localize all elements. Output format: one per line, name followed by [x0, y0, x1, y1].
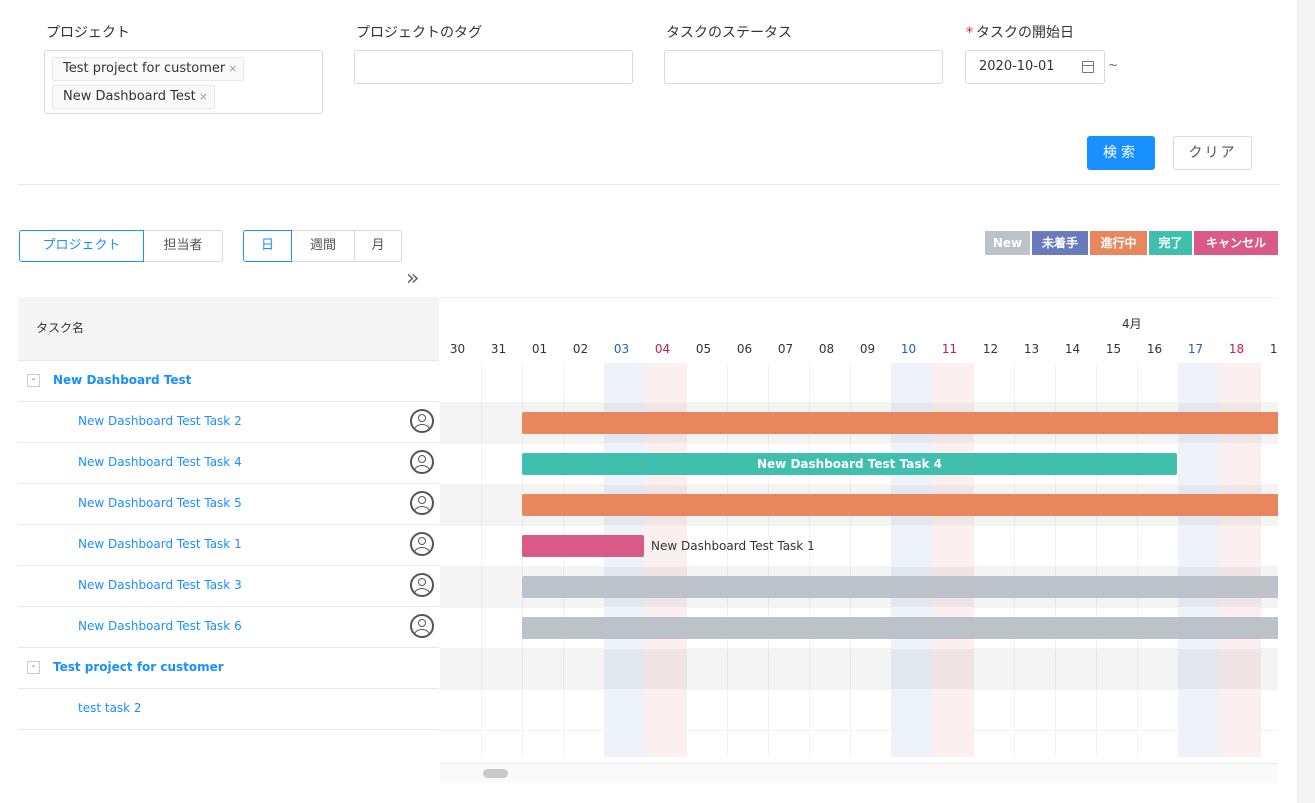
day-label: 19 — [1269, 342, 1278, 356]
task-bar[interactable] — [522, 412, 1278, 434]
tab-scale-day[interactable]: 日 — [243, 230, 292, 262]
day-label: 09 — [859, 342, 876, 356]
clear-button[interactable]: クリア — [1173, 136, 1252, 170]
legend-done: 完了 — [1149, 231, 1192, 255]
day-label: 30 — [449, 342, 466, 356]
user-icon[interactable] — [410, 450, 434, 474]
tag-filter-label: プロジェクトのタグ — [356, 25, 482, 41]
status-filter-label: タスクのステータス — [666, 25, 792, 41]
day-label: 07 — [777, 342, 794, 356]
task-row[interactable]: New Dashboard Test Task 4 — [18, 443, 439, 484]
day-label: 14 — [1064, 342, 1081, 356]
project-filter-label: プロジェクト — [46, 25, 130, 41]
group-by-toggle: プロジェクト 担当者 — [19, 230, 223, 262]
project-name: Test project for customer — [53, 660, 224, 674]
vertical-scrollbar[interactable] — [1297, 0, 1315, 803]
task-name-link[interactable]: test task 2 — [78, 701, 142, 715]
scrollbar-thumb[interactable] — [483, 769, 508, 778]
expand-icon[interactable]: » — [406, 266, 420, 291]
day-label: 13 — [1023, 342, 1040, 356]
required-mark: * — [966, 25, 973, 41]
task-row[interactable]: New Dashboard Test Task 3 — [18, 566, 439, 607]
gantt-chart: 4月 30 31 01 02 03 04 05 06 07 08 09 10 11 12 13 14 15 16 1… — [440, 297, 1278, 757]
project-name: New Dashboard Test — [53, 373, 192, 387]
task-row[interactable]: New Dashboard Test Task 2 — [18, 402, 439, 443]
task-bar[interactable] — [522, 576, 1278, 598]
task-name-link[interactable]: New Dashboard Test Task 5 — [78, 496, 242, 510]
scale-toggle: 日 週間 月 — [243, 230, 402, 262]
project-tag-label: New Dashboard Test — [63, 89, 196, 104]
task-name-column-header: タスク名 — [36, 321, 85, 335]
task-row[interactable]: New Dashboard Test Task 1 — [18, 525, 439, 566]
divider — [18, 184, 1280, 185]
task-bar[interactable] — [522, 535, 644, 557]
task-row[interactable]: test task 2 — [18, 689, 439, 730]
tag-filter-input[interactable] — [354, 50, 633, 84]
day-label: 16 — [1146, 342, 1163, 356]
legend-cancelled: キャンセル — [1194, 231, 1278, 255]
close-icon[interactable]: × — [228, 62, 237, 75]
user-icon[interactable] — [410, 532, 434, 556]
project-row[interactable]: - New Dashboard Test — [18, 361, 439, 402]
day-label: 10 — [900, 342, 917, 356]
day-label: 08 — [818, 342, 835, 356]
task-name-link[interactable]: New Dashboard Test Task 4 — [78, 455, 242, 469]
tab-group-assignee[interactable]: 担当者 — [143, 230, 223, 262]
task-name-link[interactable]: New Dashboard Test Task 3 — [78, 578, 242, 592]
task-bar[interactable] — [522, 494, 1278, 516]
project-tag: New Dashboard Test × — [52, 85, 215, 109]
date-range-separator: ~ — [1108, 58, 1119, 72]
day-label: 15 — [1105, 342, 1122, 356]
legend-not-started: 未着手 — [1032, 231, 1088, 255]
task-bar[interactable]: New Dashboard Test Task 4 — [522, 453, 1177, 475]
project-row[interactable]: - Test project for customer — [18, 648, 439, 689]
grid-header: タスク名 — [18, 297, 439, 361]
day-label: 02 — [572, 342, 589, 356]
task-name-link[interactable]: New Dashboard Test Task 6 — [78, 619, 242, 633]
task-name-link[interactable]: New Dashboard Test Task 2 — [78, 414, 242, 428]
chart-row — [440, 362, 1278, 403]
search-button[interactable]: 検索 — [1087, 136, 1155, 170]
day-label: 11 — [941, 342, 958, 356]
day-label: 31 — [490, 342, 507, 356]
day-label: 01 — [531, 342, 548, 356]
project-tag: Test project for customer × — [52, 57, 245, 81]
user-icon[interactable] — [410, 573, 434, 597]
legend-in-progress: 進行中 — [1090, 231, 1147, 255]
user-icon[interactable] — [410, 409, 434, 433]
task-row[interactable]: New Dashboard Test Task 6 — [18, 607, 439, 648]
start-date-label-text: タスクの開始日 — [976, 25, 1074, 41]
task-bar[interactable] — [522, 617, 1278, 639]
user-icon[interactable] — [410, 614, 434, 638]
user-icon[interactable] — [410, 491, 434, 515]
close-icon[interactable]: × — [199, 90, 208, 103]
calendar-icon[interactable] — [1082, 61, 1094, 73]
project-filter-input[interactable]: Test project for customer × New Dashboard… — [44, 50, 323, 114]
day-label: 03 — [613, 342, 630, 356]
start-date-field[interactable]: 2020-10-01 — [965, 50, 1105, 84]
collapse-icon[interactable]: - — [27, 374, 40, 387]
tab-group-project[interactable]: プロジェクト — [19, 230, 144, 262]
task-bar-label: New Dashboard Test Task 1 — [651, 539, 815, 553]
month-label: 4月 — [1122, 317, 1142, 331]
tab-scale-month[interactable]: 月 — [354, 230, 402, 262]
day-label: 05 — [695, 342, 712, 356]
day-label: 04 — [654, 342, 671, 356]
collapse-icon[interactable]: - — [27, 661, 40, 674]
chart-row — [440, 690, 1278, 731]
chart-row — [440, 649, 1278, 690]
start-date-label: * タスクの開始日 — [966, 22, 1074, 42]
start-date-value: 2020-10-01 — [979, 59, 1055, 74]
day-label: 12 — [982, 342, 999, 356]
legend-new: New — [985, 231, 1030, 255]
day-label: 06 — [736, 342, 753, 356]
project-tag-label: Test project for customer — [63, 61, 226, 76]
tab-scale-week[interactable]: 週間 — [291, 230, 355, 262]
task-row[interactable]: New Dashboard Test Task 5 — [18, 484, 439, 525]
day-label: 17 — [1187, 342, 1204, 356]
status-filter-input[interactable] — [664, 50, 943, 84]
day-label: 18 — [1228, 342, 1245, 356]
horizontal-scrollbar[interactable] — [440, 763, 1278, 783]
task-name-link[interactable]: New Dashboard Test Task 1 — [78, 537, 242, 551]
